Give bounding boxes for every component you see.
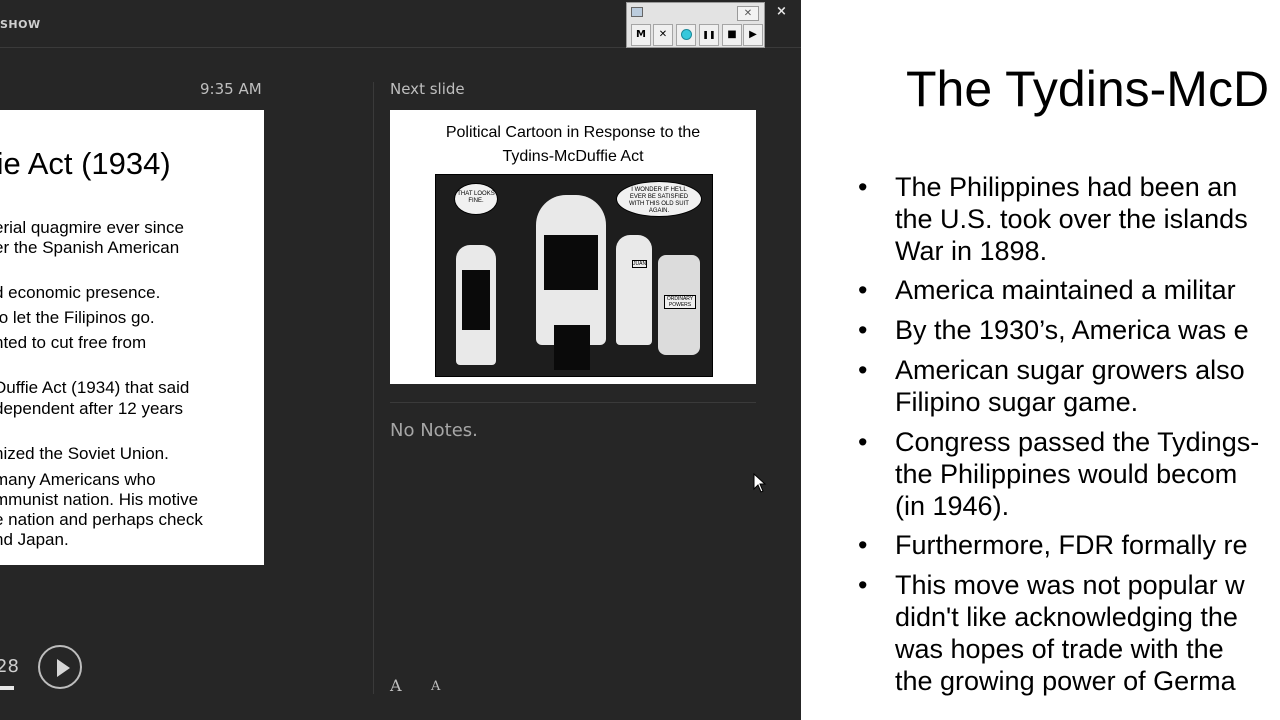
- recorder-logo-icon: [631, 7, 643, 17]
- pane-divider[interactable]: [373, 82, 374, 694]
- current-slide-line: nted to cut free from: [0, 333, 147, 352]
- recorder-stop-button[interactable]: ■: [722, 24, 742, 46]
- next-slide-title: Political Cartoon in Response to the Tyd…: [390, 121, 756, 169]
- main-slide-line: the growing power of Germa: [895, 666, 1236, 696]
- bullet-icon: •: [858, 172, 868, 202]
- current-slide-line: many Americans who: [0, 470, 156, 489]
- main-slide-line: American sugar growers also: [895, 355, 1245, 385]
- cartoon-figure-left-robe: [462, 270, 490, 330]
- main-slide-line: The Philippines had been an: [895, 172, 1238, 202]
- main-slide-line: the U.S. took over the islands: [895, 204, 1248, 234]
- bullet-icon: •: [858, 315, 868, 345]
- presenter-view: SHOW × 9:35 AM ffie Act (1934) erial qua…: [0, 0, 801, 720]
- next-slide-title-line2: Tydins-McDuffie Act: [502, 148, 644, 165]
- bullet-icon: •: [858, 355, 868, 385]
- current-slide-line: to let the Filipinos go.: [0, 308, 155, 327]
- speaker-notes[interactable]: No Notes.: [390, 420, 478, 441]
- screen-recorder-toolbar[interactable]: ✕ M ✕ ❚❚ ■ ▶: [626, 2, 765, 48]
- main-slide-line: Filipino sugar game.: [895, 387, 1139, 417]
- play-icon: [57, 659, 70, 677]
- main-slide-title: The Tydins-McD: [906, 61, 1270, 117]
- political-cartoon-image: THAT LOOKS FINE. I WONDER IF HE'LL EVER …: [435, 174, 713, 377]
- elapsed-timer: 28: [0, 656, 19, 677]
- next-slide-label: Next slide: [390, 80, 465, 98]
- current-slide-line: mmunist nation. His motive: [0, 490, 199, 509]
- next-slide-preview[interactable]: Political Cartoon in Response to the Tyd…: [390, 110, 756, 384]
- main-slide-line: War in 1898.: [895, 236, 1048, 266]
- main-slide-line: the Philippines would becom: [895, 459, 1238, 489]
- main-slide-line: (in 1946).: [895, 491, 1010, 521]
- main-slide-line: Congress passed the Tydings-: [895, 427, 1260, 457]
- cartoon-figure-center-boots: [554, 325, 590, 370]
- current-slide-line: e nation and perhaps check: [0, 510, 203, 529]
- cartoon-sign-powers: ORDINARY POWERS: [664, 295, 696, 309]
- close-presenter-icon[interactable]: ×: [776, 4, 787, 19]
- cartoon-figure-center-uniform: [544, 235, 598, 290]
- resume-timer-button[interactable]: [38, 645, 82, 689]
- recorder-pause-button[interactable]: ❚❚: [699, 24, 719, 46]
- next-slide-title-line1: Political Cartoon in Response to the: [445, 124, 701, 141]
- current-slide-line: erial quagmire ever since: [0, 218, 184, 237]
- bullet-icon: •: [858, 570, 868, 600]
- bullet-icon: •: [858, 427, 868, 457]
- bullet-icon: •: [858, 530, 868, 560]
- clock: 9:35 AM: [200, 80, 262, 98]
- main-slide: The Tydins-McD • The Philippines had bee…: [801, 0, 1280, 720]
- bullet-icon: •: [858, 275, 868, 305]
- current-slide-line: Duffie Act (1934) that said: [0, 378, 190, 397]
- cartoon-figure-right: [616, 235, 652, 345]
- current-slide-line: er the Spanish American: [0, 238, 180, 257]
- speech-bubble-right: I WONDER IF HE'LL EVER BE SATISFIED WITH…: [616, 181, 702, 217]
- recorder-close-button[interactable]: ✕: [737, 6, 759, 21]
- record-icon: [681, 29, 692, 40]
- main-slide-line: By the 1930’s, America was e: [895, 315, 1249, 345]
- current-slide-line: nd Japan.: [0, 530, 69, 549]
- current-slide-title: ffie Act (1934): [0, 146, 171, 181]
- recorder-record-button[interactable]: [676, 24, 696, 46]
- main-slide-line: Furthermore, FDR formally re: [895, 530, 1248, 560]
- increase-font-icon[interactable]: A: [390, 676, 402, 695]
- current-slide-line: nized the Soviet Union.: [0, 444, 169, 463]
- cartoon-sign-juan: JUAN: [632, 260, 648, 268]
- presenter-title: SHOW: [0, 18, 41, 31]
- speech-bubble-left: THAT LOOKS FINE.: [454, 183, 498, 215]
- main-slide-line: America maintained a militar: [895, 275, 1236, 305]
- main-slide-line: This move was not popular w: [895, 570, 1245, 600]
- recorder-m-button[interactable]: M: [631, 24, 651, 46]
- recorder-play-button[interactable]: ▶: [743, 24, 763, 46]
- mouse-cursor-icon: [753, 473, 767, 493]
- main-slide-line: was hopes of trade with the: [895, 634, 1224, 664]
- notes-divider: [390, 402, 756, 403]
- timer-progress-bar: [0, 686, 14, 690]
- current-slide-line: d economic presence.: [0, 283, 161, 302]
- recorder-cancel-button[interactable]: ✕: [653, 24, 673, 46]
- current-slide-line: dependent after 12 years: [0, 399, 184, 418]
- current-slide-preview[interactable]: ffie Act (1934) erial quagmire ever sinc…: [0, 110, 264, 565]
- main-slide-line: didn't like acknowledging the: [895, 602, 1238, 632]
- decrease-font-icon[interactable]: A: [431, 679, 440, 694]
